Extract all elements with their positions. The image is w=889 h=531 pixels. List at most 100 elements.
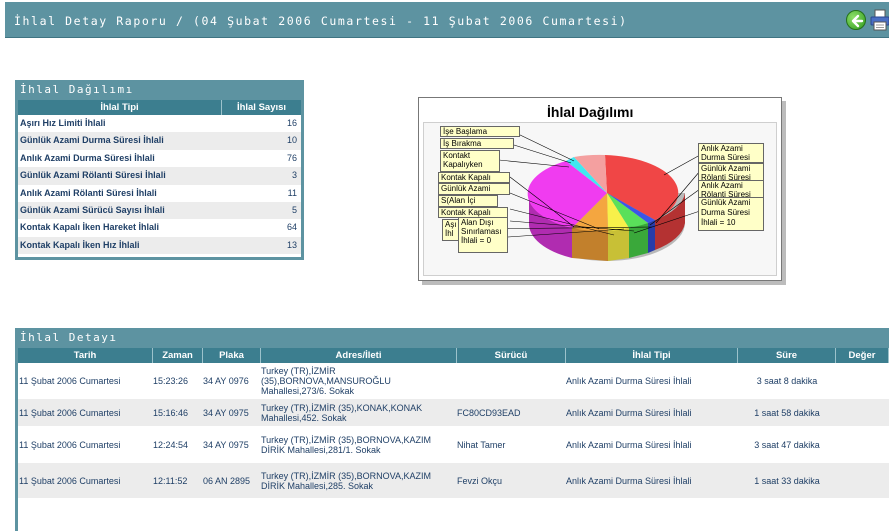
cell-time: 12:11:52: [153, 475, 188, 486]
chart-label-gunluk-azami: Günlük Azami: [438, 183, 510, 195]
cell-driver: Nihat Tamer: [457, 439, 506, 450]
col-header-date[interactable]: Tarih: [18, 348, 153, 363]
chart-label-line: İhl: [445, 229, 454, 238]
violation-type: Günlük Azami Sürücü Sayısı İhlali: [20, 204, 165, 215]
report-header-bar: İhlal Detay Raporu / (04 Şubat 2006 Cuma…: [5, 2, 889, 38]
violation-type: Günlük Azami Durma Süresi İhlali: [20, 135, 164, 146]
summary-table-header: İhlal Tipi İhlal Sayısı: [18, 100, 301, 115]
violation-type: Anlık Azami Durma Süresi İhlali: [20, 152, 155, 163]
cell-date: 11 Şubat 2006 Cumartesi: [19, 475, 121, 486]
cell-address: Turkey (TR),İZMİR (35),BORNOVA,KAZIM DİR…: [261, 434, 432, 455]
col-header-time[interactable]: Zaman: [153, 348, 203, 363]
violation-count: 11: [287, 187, 297, 198]
chart-label-line: Alan Dışı: [461, 218, 494, 227]
detail-table: Tarih Zaman Plaka Adres/İleti Sürücü İhl…: [15, 346, 889, 531]
chart-label-kontakt: Kontakt Kapalıyken: [440, 150, 500, 172]
cell-date: 11 Şubat 2006 Cumartesi: [19, 375, 121, 386]
cell-duration: 1 saat 58 dakika: [754, 407, 820, 418]
table-row[interactable]: 11 Şubat 2006 Cumartesi 15:23:26 34 AY 0…: [18, 363, 889, 399]
summary-row: Aşırı Hız Limiti İhlali 16: [18, 115, 301, 133]
detail-section-title: İhlal Detayı: [15, 328, 889, 346]
table-row[interactable]: 11 Şubat 2006 Cumartesi 12:24:54 34 AY 0…: [18, 427, 889, 463]
cell-time: 15:23:26: [153, 375, 189, 386]
chart-label-line: Kontakt: [443, 151, 471, 160]
cell-plate: 34 AY 0976: [203, 375, 249, 386]
summary-row: Günlük Azami Sürücü Sayısı İhlali 5: [18, 201, 301, 220]
chart-label-line: Sınırlaması: [461, 227, 502, 236]
detail-table-header: Tarih Zaman Plaka Adres/İleti Sürücü İhl…: [18, 348, 889, 363]
cell-plate: 34 AY 0975: [203, 439, 249, 450]
chart-plot-area: İşe Başlama İş Bırakma Kontakt Kapalıyken…: [423, 122, 777, 276]
col-header-count: İhlal Sayısı: [236, 102, 287, 113]
summary-row: Anlık Azami Durma Süresi İhlali 76: [18, 149, 301, 168]
col-header-duration[interactable]: Süre: [738, 348, 836, 363]
violation-type: Kontak Kapalı İken Hız İhlali: [20, 239, 140, 250]
chart-label-anlik-durma: Anlık Azami Durma Süresi: [698, 143, 764, 163]
violation-type: Anlık Azami Rölanti Süresi İhlali: [20, 187, 157, 198]
cell-time: 12:24:54: [153, 439, 189, 450]
chart-label-line: Kapalıyken: [443, 160, 483, 169]
violation-type: Kontak Kapalı İken Hareket İhlali: [20, 222, 160, 233]
violation-count: 76: [286, 152, 297, 163]
col-header-plate[interactable]: Plaka: [203, 348, 261, 363]
cell-date: 11 Şubat 2006 Cumartesi: [19, 439, 121, 450]
cell-address: Turkey (TR),İZMİR (35),BORNOVA,KAZIM DİR…: [261, 470, 432, 491]
summary-row: Kontak Kapalı İken Hız İhlali 13: [18, 236, 301, 255]
cell-violation-type: Anlık Azami Durma Süresi İhlali: [566, 375, 692, 386]
cell-duration: 3 saat 47 dakika: [754, 439, 820, 450]
cell-date: 11 Şubat 2006 Cumartesi: [19, 407, 121, 418]
col-header-driver[interactable]: Sürücü: [457, 348, 566, 363]
pie-depth-yellow: [608, 228, 629, 261]
summary-row: Günlük Azami Durma Süresi İhlali 10: [18, 132, 301, 150]
chart-label-line: Anlık Azami: [701, 144, 743, 153]
col-header-value[interactable]: Değer: [836, 348, 889, 363]
pie-depth-blue: [648, 220, 655, 253]
page-title: İhlal Detay Raporu / (04 Şubat 2006 Cuma…: [14, 14, 628, 28]
chart-label-line: Günlük Azami: [701, 198, 751, 207]
col-header-type: İhlal Tipi: [18, 100, 222, 115]
chart-label-line: Durma Süresi: [701, 208, 750, 217]
summary-table: İhlal Tipi İhlal Sayısı Aşırı Hız Limiti…: [15, 98, 304, 260]
cell-time: 15:16:46: [153, 407, 189, 418]
print-button[interactable]: [869, 9, 889, 31]
printer-icon: [870, 9, 889, 31]
violation-type: Aşırı Hız Limiti İhlali: [20, 118, 106, 128]
arrow-left-icon: [851, 14, 864, 28]
cell-violation-type: Anlık Azami Durma Süresi İhlali: [566, 439, 692, 450]
pie-depth-green: [629, 223, 648, 258]
cell-plate: 34 AY 0975: [203, 407, 249, 418]
back-button[interactable]: [846, 10, 866, 30]
table-row[interactable]: 11 Şubat 2006 Cumartesi 12:11:52 06 AN 2…: [18, 463, 889, 499]
cell-address: Turkey (TR),İZMİR (35),KONAK,KONAK Mahal…: [261, 402, 423, 423]
pie-depth-orange: [572, 228, 608, 261]
cell-address: Turkey (TR),İZMİR (35),BORNOVA,MANSUROĞL…: [261, 365, 391, 396]
violation-count: 10: [286, 135, 297, 146]
violation-count: 13: [286, 239, 297, 250]
violation-type: Günlük Azami Rölanti Süresi İhlali: [20, 170, 166, 181]
col-header-violation-type[interactable]: İhlal Tipi: [566, 348, 738, 363]
chart-label-alan-disi: Alan Dışı Sınırlaması İhlali = 0: [458, 217, 508, 253]
col-header-address[interactable]: Adres/İleti: [261, 348, 457, 363]
summary-row: Kontak Kapalı İken Hareket İhlali 64: [18, 219, 301, 237]
chart-label-kontak-kapali: Kontak Kapalı: [438, 172, 510, 183]
chart-label-line: Anlık Azami: [701, 181, 743, 190]
summary-row: Günlük Azami Rölanti Süresi İhlali 3: [18, 167, 301, 185]
cell-plate: 06 AN 2895: [203, 475, 251, 486]
cell-duration: 1 saat 33 dakika: [754, 475, 820, 486]
chart-label-gunluk-durma: Günlük Azami Durma Süresi İhlali = 10: [698, 197, 764, 231]
table-row[interactable]: 11 Şubat 2006 Cumartesi 15:16:46 34 AY 0…: [18, 399, 889, 427]
chart-label-alan-ici: S(Alan İçi: [438, 195, 498, 207]
chart-label-line: İhlali = 0: [461, 236, 492, 245]
cell-driver: Fevzi Okçu: [457, 475, 503, 486]
summary-row: Anlık Azami Rölanti Süresi İhlali 11: [18, 184, 301, 202]
chart-label-line: Durma Süresi: [701, 153, 750, 162]
chart-title: İhlal Dağılımı: [547, 104, 634, 120]
chart-label-is-birakma: İş Bırakma: [440, 138, 514, 149]
cell-violation-type: Anlık Azami Durma Süresi İhlali: [566, 407, 692, 418]
violation-count: 64: [286, 222, 297, 233]
summary-section-title: İhlal Dağılımı: [15, 80, 304, 98]
cell-violation-type: Anlık Azami Durma Süresi İhlali: [566, 475, 692, 486]
cell-driver: FC80CD93EAD: [457, 407, 521, 418]
chart-label-line: İhlali = 10: [701, 218, 736, 227]
violation-count: 16: [286, 118, 297, 128]
